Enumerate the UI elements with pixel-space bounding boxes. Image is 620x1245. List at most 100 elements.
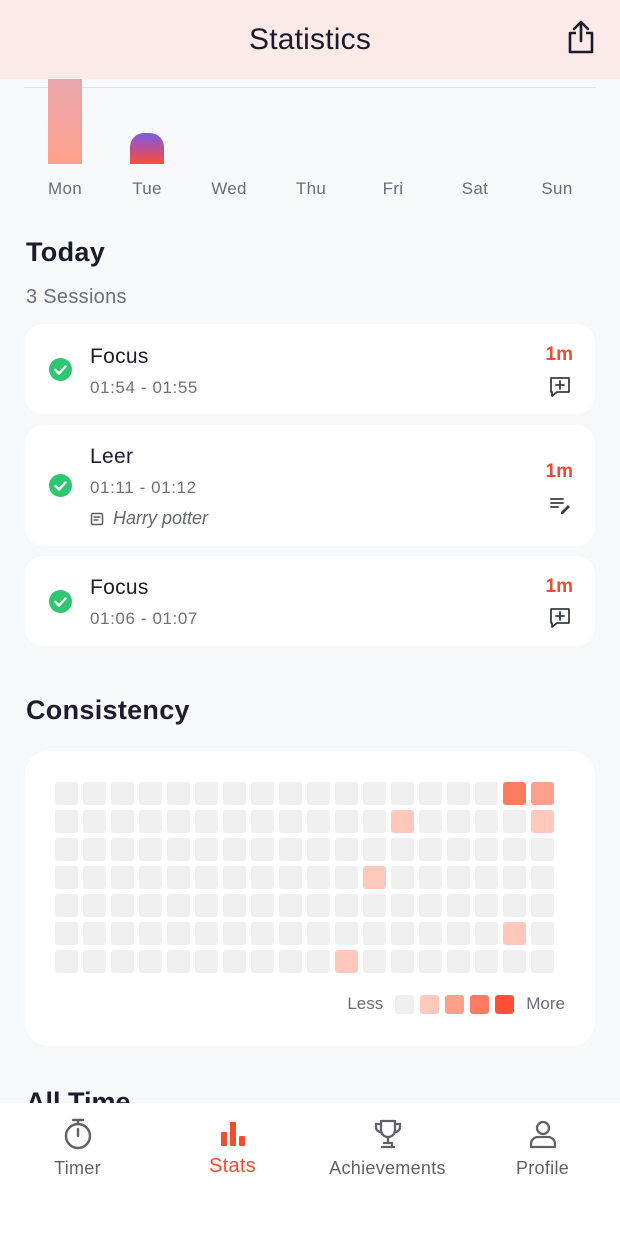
heatmap-cell: [503, 782, 526, 805]
heatmap-cell: [111, 950, 134, 973]
heatmap-cell: [195, 922, 218, 945]
heatmap-cell: [279, 782, 302, 805]
heatmap-cell: [335, 866, 358, 889]
heatmap-cell: [363, 838, 386, 861]
legend-swatch: [445, 994, 465, 1014]
consistency-section-title: Consistency: [26, 695, 190, 725]
heatmap-cell: [391, 782, 414, 805]
heatmap-cell: [195, 782, 218, 805]
heatmap-cell: [83, 866, 106, 889]
session-card[interactable]: Focus 01:06 - 01:07 1m: [25, 556, 595, 646]
heatmap-cell: [139, 922, 162, 945]
heatmap-cell: [419, 838, 442, 861]
tab-label: Profile: [515, 1158, 570, 1178]
add-note-icon: [550, 608, 570, 628]
tab-achievements[interactable]: Achievements: [310, 1103, 465, 1203]
heatmap-cell: [55, 894, 78, 917]
share-button[interactable]: [564, 18, 598, 56]
heatmap-cell: [391, 866, 414, 889]
day-bar[interactable]: [130, 133, 164, 164]
day-bar[interactable]: [48, 79, 82, 164]
session-duration: 1m: [545, 461, 573, 482]
heatmap-cell: [475, 838, 498, 861]
heatmap-cell: [139, 866, 162, 889]
consistency-card: Less More: [25, 751, 595, 1046]
heatmap-cell: [279, 894, 302, 917]
stats-scroll-area[interactable]: Mon Tue Wed Thu Fri Sat Sun Today 3 Sessions F…: [0, 79, 620, 1103]
heatmap-cell: [139, 810, 162, 833]
day-column-sat: Sat: [434, 79, 516, 199]
heatmap-cell: [223, 950, 246, 973]
heatmap-cell: [419, 950, 442, 973]
heatmap-cell: [335, 922, 358, 945]
heatmap-cell: [83, 782, 106, 805]
heatmap-cell: [251, 866, 274, 889]
heatmap-cell: [363, 782, 386, 805]
heatmap-cell: [251, 838, 274, 861]
heatmap-cell: [111, 922, 134, 945]
heatmap-cell: [475, 950, 498, 973]
day-column-wed: Wed: [188, 79, 270, 199]
legend-swatch: [495, 994, 515, 1014]
heatmap-cell: [167, 922, 190, 945]
session-duration: 1m: [545, 576, 573, 597]
heatmap-cell: [531, 810, 554, 833]
add-note-button[interactable]: [547, 605, 573, 631]
heatmap-cell: [279, 810, 302, 833]
completed-check-icon: [49, 358, 72, 381]
heatmap-cell: [83, 810, 106, 833]
day-label: Mon: [48, 179, 82, 198]
heatmap-cell: [251, 922, 274, 945]
heatmap-cell: [391, 838, 414, 861]
note-icon: [90, 512, 104, 525]
heatmap-cell: [419, 922, 442, 945]
heatmap-cell: [475, 894, 498, 917]
heatmap-cell: [167, 838, 190, 861]
heatmap-cell: [307, 922, 330, 945]
tab-timer[interactable]: Timer: [0, 1103, 155, 1203]
today-section-title: Today: [26, 237, 106, 267]
session-note: Harry potter: [90, 508, 208, 529]
heatmap-cell: [167, 866, 190, 889]
heatmap-cell: [195, 838, 218, 861]
tab-stats[interactable]: Stats: [155, 1103, 310, 1203]
heatmap-cell: [307, 950, 330, 973]
edit-note-button[interactable]: [547, 492, 573, 518]
session-card[interactable]: Focus 01:54 - 01:55 1m: [25, 324, 595, 414]
heatmap-cell: [195, 950, 218, 973]
add-note-button[interactable]: [547, 374, 573, 400]
day-label: Sat: [461, 179, 489, 198]
heatmap-cell: [391, 950, 414, 973]
legend-more-label: More: [526, 994, 565, 1013]
heatmap-cell: [223, 866, 246, 889]
heatmap-cell: [531, 782, 554, 805]
heatmap-cell: [55, 866, 78, 889]
day-column-thu: Thu: [270, 79, 352, 199]
heatmap-cell: [503, 950, 526, 973]
heatmap-cell: [419, 866, 442, 889]
legend-swatch: [470, 994, 490, 1014]
stopwatch-icon: [61, 1117, 95, 1151]
person-icon: [526, 1117, 560, 1151]
heatmap-cell: [279, 950, 302, 973]
heatmap-cell: [447, 838, 470, 861]
tab-label: Achievements: [329, 1158, 446, 1178]
heatmap-cell: [251, 894, 274, 917]
heatmap-cell: [139, 782, 162, 805]
completed-check-icon: [49, 590, 72, 613]
heatmap-cell: [419, 782, 442, 805]
bar-chart-icon: [216, 1117, 250, 1151]
heatmap-cell: [55, 782, 78, 805]
session-time: 01:54 - 01:55: [90, 378, 198, 397]
heatmap-cell: [251, 950, 274, 973]
heatmap-cell: [447, 810, 470, 833]
legend-less-label: Less: [347, 994, 384, 1013]
heatmap-cell: [139, 950, 162, 973]
heatmap-cell: [475, 782, 498, 805]
tab-profile[interactable]: Profile: [465, 1103, 620, 1203]
session-card[interactable]: Leer 01:11 - 01:12 Harry potter 1m: [25, 425, 595, 546]
heatmap-cell: [111, 838, 134, 861]
legend-swatch: [395, 994, 415, 1014]
day-column-sun: Sun: [516, 79, 598, 199]
heatmap-cell: [335, 838, 358, 861]
